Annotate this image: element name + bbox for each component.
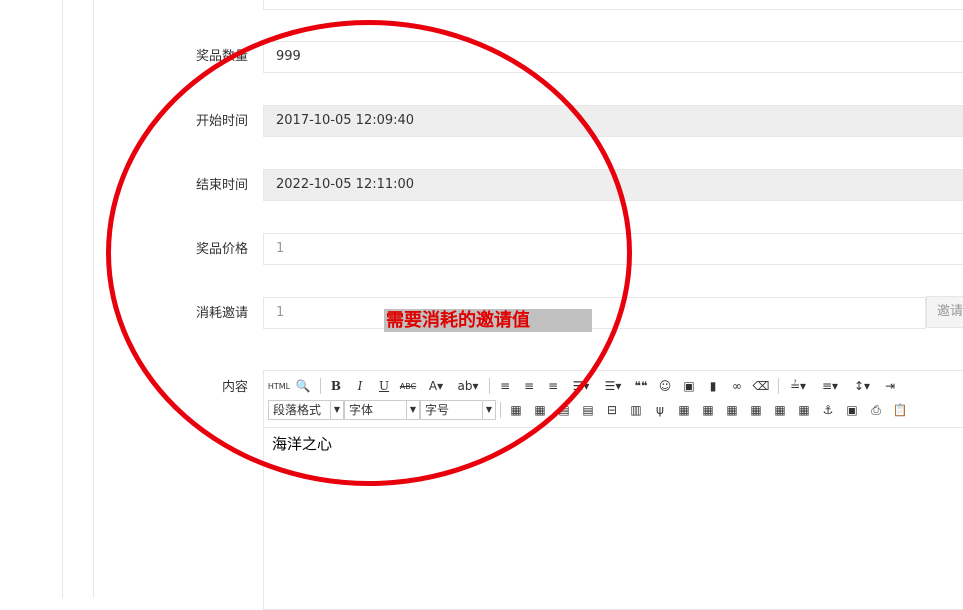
line-height-icon[interactable]: ↕▾ <box>847 376 877 396</box>
start-time-input[interactable]: 2017-10-05 12:09:40 <box>263 105 963 137</box>
align-right-icon[interactable]: ≡ <box>542 376 564 396</box>
image-icon[interactable]: ▣ <box>678 376 700 396</box>
sidebar-divider-right <box>93 0 94 598</box>
bold-icon[interactable]: B <box>325 376 347 396</box>
insert-row-after-icon[interactable]: ▤ <box>577 400 599 420</box>
insert-frame-icon[interactable]: ▣ <box>841 400 863 420</box>
unordered-list-icon[interactable]: ☰▾ <box>598 376 628 396</box>
preview-icon[interactable]: 🔍 <box>292 376 314 396</box>
editor-content[interactable]: 海洋之心 <box>272 433 332 454</box>
paste-icon[interactable]: 📋 <box>889 400 911 420</box>
html-icon[interactable]: HTML <box>268 376 290 396</box>
end-time-input[interactable]: 2022-10-05 12:11:00 <box>263 169 963 201</box>
sidebar-divider-left <box>62 0 63 598</box>
paragraph-spacing-bottom-icon[interactable]: ≡▾ <box>815 376 845 396</box>
ordered-list-icon[interactable]: ☰▾ <box>566 376 596 396</box>
rich-text-editor[interactable]: HTML 🔍 B I U ABC A▾ ab▾ ≡ ≡ ≡ ☰▾ ☰▾ ❝❝ ☺ ▣ ▮ ∞ ⌫ ≟▾ ≡▾ ↕▾ ⇥ 段落… <box>263 370 963 610</box>
link-icon[interactable]: ∞ <box>726 376 748 396</box>
quantity-input[interactable]: 999 <box>263 41 963 73</box>
toolbar-separator <box>778 378 779 394</box>
emoji-icon[interactable]: ☺ <box>654 376 676 396</box>
delete-table-icon[interactable]: ▦ <box>529 400 551 420</box>
paragraph-format-label: 段落格式 <box>273 403 322 417</box>
quantity-label: 奖品数量 <box>195 49 248 64</box>
paragraph-format-select[interactable]: 段落格式 ▼ <box>268 400 344 420</box>
print-icon[interactable]: ⎙ <box>865 400 887 420</box>
align-left-icon[interactable]: ≡ <box>494 376 516 396</box>
toolbar-separator <box>320 378 321 394</box>
delete-row-icon[interactable]: ⊟ <box>601 400 623 420</box>
font-family-select[interactable]: 字体 ▼ <box>344 400 420 420</box>
invite-cost-input[interactable]: 1 <box>263 297 926 329</box>
paragraph-spacing-top-icon[interactable]: ≟▾ <box>783 376 813 396</box>
font-color-icon[interactable]: A▾ <box>421 376 451 396</box>
font-size-label: 字号 <box>425 403 450 417</box>
merge-cells-icon[interactable]: ▦ <box>673 400 695 420</box>
strikethrough-icon[interactable]: ABC <box>397 376 419 396</box>
start-time-label: 开始时间 <box>195 114 248 129</box>
font-size-select[interactable]: 字号 ▼ <box>420 400 496 420</box>
invite-cost-addon: 邀请 <box>926 296 963 328</box>
anchor-icon[interactable]: ⚓ <box>817 400 839 420</box>
toolbar-separator <box>500 402 501 418</box>
content-label: 内容 <box>221 380 248 395</box>
top-form-field[interactable] <box>263 0 963 10</box>
eraser-icon[interactable]: ⌫ <box>750 376 772 396</box>
merge-right-icon[interactable]: ▦ <box>697 400 719 420</box>
blockquote-icon[interactable]: ❝❝ <box>630 376 652 396</box>
underline-icon[interactable]: U <box>373 376 395 396</box>
highlight-icon[interactable]: ab▾ <box>453 376 483 396</box>
font-family-label: 字体 <box>349 403 374 417</box>
end-time-label: 结束时间 <box>195 178 248 193</box>
indent-icon[interactable]: ⇥ <box>879 376 901 396</box>
split-cells-icon[interactable]: ▦ <box>745 400 767 420</box>
toolbar-separator <box>489 378 490 394</box>
insert-row-before-icon[interactable]: ▤ <box>553 400 575 420</box>
merge-down-icon[interactable]: ▦ <box>721 400 743 420</box>
chevron-down-icon: ▼ <box>330 401 343 419</box>
align-center-icon[interactable]: ≡ <box>518 376 540 396</box>
chevron-down-icon: ▼ <box>406 401 419 419</box>
video-icon[interactable]: ▮ <box>702 376 724 396</box>
price-label: 奖品价格 <box>195 242 248 257</box>
chevron-down-icon: ▼ <box>482 401 495 419</box>
table-icon[interactable]: ▦ <box>505 400 527 420</box>
editor-toolbar: HTML 🔍 B I U ABC A▾ ab▾ ≡ ≡ ≡ ☰▾ ☰▾ ❝❝ ☺ ▣ ▮ ∞ ⌫ ≟▾ ≡▾ ↕▾ ⇥ 段落… <box>264 371 963 428</box>
delete-col-icon[interactable]: ψ <box>649 400 671 420</box>
invite-cost-label: 消耗邀请 <box>195 306 248 321</box>
price-input[interactable]: 1 <box>263 233 963 265</box>
split-cols-icon[interactable]: ▦ <box>793 400 815 420</box>
split-rows-icon[interactable]: ▦ <box>769 400 791 420</box>
annotation-label: 需要消耗的邀请值 <box>384 309 592 332</box>
italic-icon[interactable]: I <box>349 376 371 396</box>
editor-toolbar-row-1: HTML 🔍 B I U ABC A▾ ab▾ ≡ ≡ ≡ ☰▾ ☰▾ ❝❝ ☺ ▣ ▮ ∞ ⌫ ≟▾ ≡▾ ↕▾ ⇥ <box>268 375 963 397</box>
insert-col-before-icon[interactable]: ▥ <box>625 400 647 420</box>
editor-toolbar-row-2: 段落格式 ▼ 字体 ▼ 字号 ▼ ▦ ▦ ▤ ▤ ⊟ ▥ ψ ▦ ▦ ▦ ▦ ▦ ▦ ⚓ ▣ ⎙ 📋 <box>268 399 963 421</box>
